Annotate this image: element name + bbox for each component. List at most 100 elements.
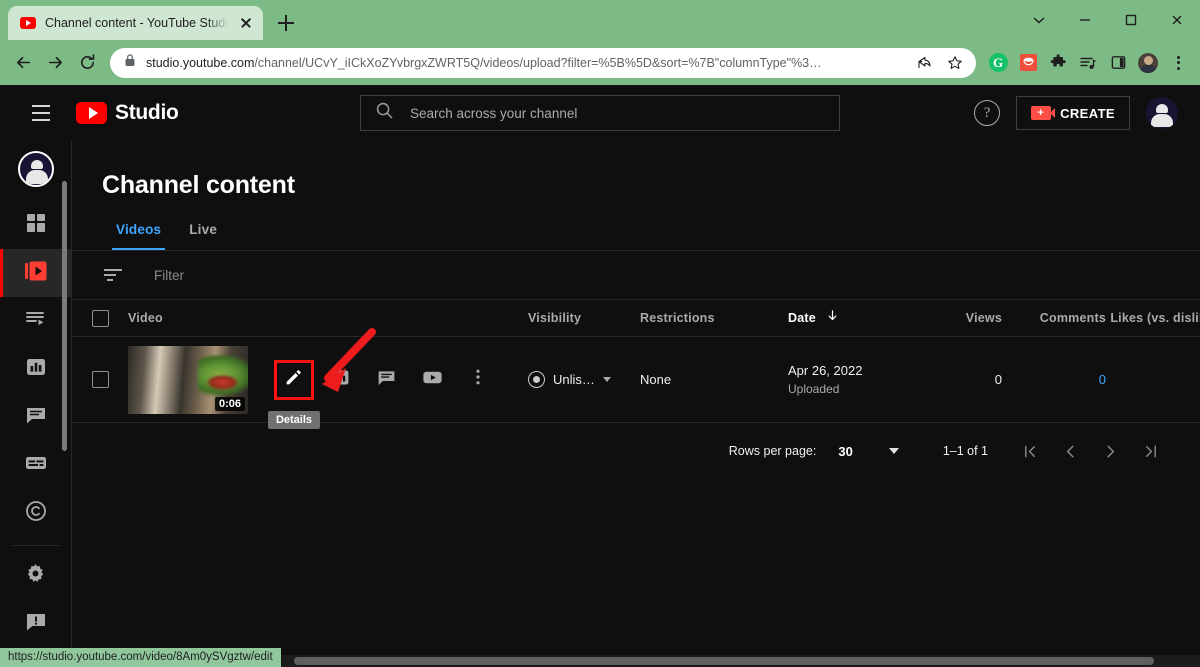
sidebar-item-copyright[interactable] bbox=[0, 489, 72, 537]
select-all-checkbox[interactable] bbox=[72, 310, 128, 327]
extension-icons: G bbox=[984, 49, 1192, 77]
youtube-icon bbox=[20, 17, 36, 29]
chrome-menu-icon[interactable] bbox=[1164, 49, 1192, 77]
video-cell: 0:06 Details bbox=[128, 346, 528, 414]
previous-page-button[interactable] bbox=[1050, 431, 1090, 471]
search-input[interactable]: Search across your channel bbox=[360, 95, 840, 131]
filter-icon[interactable] bbox=[104, 268, 124, 282]
create-label: CREATE bbox=[1060, 106, 1115, 121]
row-options-menu-button[interactable] bbox=[458, 360, 498, 400]
tab-videos[interactable]: Videos bbox=[102, 222, 175, 250]
pocket-extension-icon[interactable] bbox=[1014, 49, 1042, 77]
column-header-restrictions[interactable]: Restrictions bbox=[640, 311, 788, 325]
new-tab-button[interactable] bbox=[269, 6, 303, 40]
video-duration: 0:06 bbox=[215, 397, 245, 411]
url-host: studio.youtube.com bbox=[146, 56, 254, 70]
search-placeholder: Search across your channel bbox=[410, 106, 577, 121]
side-panel-icon[interactable] bbox=[1104, 49, 1132, 77]
tab-title: Channel content - YouTube Studio bbox=[45, 16, 228, 30]
chevron-down-icon[interactable] bbox=[603, 377, 611, 382]
window-controls bbox=[1016, 0, 1200, 40]
help-icon[interactable]: ? bbox=[974, 100, 1000, 126]
tab-strip: Channel content - YouTube Studio bbox=[0, 0, 1200, 40]
sidebar-item-settings[interactable] bbox=[0, 552, 72, 600]
pagination-bar: Rows per page: 30 1–1 of 1 bbox=[72, 423, 1200, 479]
details-tooltip: Details bbox=[268, 411, 320, 429]
sidebar-item-content[interactable] bbox=[0, 249, 72, 297]
column-header-video[interactable]: Video bbox=[128, 311, 528, 325]
youtube-play-icon bbox=[421, 366, 444, 394]
sidebar-item-analytics[interactable] bbox=[0, 345, 72, 393]
rows-per-page-value[interactable]: 30 bbox=[838, 444, 852, 459]
playlist-icon bbox=[24, 307, 48, 336]
back-arrow-icon[interactable] bbox=[8, 48, 38, 78]
comment-bubble-icon bbox=[24, 403, 48, 432]
puzzle-extensions-icon[interactable] bbox=[1044, 49, 1072, 77]
sidebar-divider bbox=[12, 545, 60, 546]
details-edit-button[interactable]: Details bbox=[274, 360, 314, 400]
sort-down-arrow-icon bbox=[826, 309, 839, 327]
browser-tab[interactable]: Channel content - YouTube Studio bbox=[8, 6, 263, 40]
next-page-button[interactable] bbox=[1090, 431, 1130, 471]
close-icon[interactable] bbox=[1154, 0, 1200, 40]
comments-cell[interactable]: 0 bbox=[1002, 371, 1106, 389]
comment-bubble-icon bbox=[376, 367, 397, 393]
column-header-date[interactable]: Date bbox=[788, 309, 936, 327]
last-page-button[interactable] bbox=[1130, 431, 1170, 471]
restrictions-cell: None bbox=[640, 371, 788, 389]
reload-icon[interactable] bbox=[72, 48, 102, 78]
video-thumbnail[interactable]: 0:06 bbox=[128, 346, 248, 414]
studio-logo[interactable]: Studio bbox=[76, 101, 179, 125]
column-header-visibility[interactable]: Visibility bbox=[528, 311, 640, 325]
sidebar-item-playlists[interactable] bbox=[0, 297, 72, 345]
address-bar[interactable]: studio.youtube.com/channel/UCvY_iICkXoZY… bbox=[110, 48, 976, 78]
chevron-down-icon[interactable] bbox=[889, 448, 899, 454]
sidebar-item-channel-avatar[interactable] bbox=[18, 151, 54, 187]
sidebar-scrollbar[interactable] bbox=[62, 181, 67, 451]
forward-arrow-icon[interactable] bbox=[40, 48, 70, 78]
column-header-views[interactable]: Views bbox=[936, 311, 1002, 325]
visibility-cell[interactable]: Unlis… bbox=[528, 371, 640, 388]
reading-list-icon[interactable] bbox=[1074, 49, 1102, 77]
filter-bar[interactable]: Filter bbox=[72, 251, 1200, 299]
table-row: 0:06 Details bbox=[72, 337, 1200, 423]
create-button[interactable]: + CREATE bbox=[1016, 96, 1130, 130]
sidebar-item-comments[interactable] bbox=[0, 393, 72, 441]
chevron-down-icon[interactable] bbox=[1016, 0, 1062, 40]
row-youtube-link-button[interactable] bbox=[412, 360, 452, 400]
share-icon[interactable] bbox=[912, 52, 934, 74]
grammarly-extension-icon[interactable]: G bbox=[984, 49, 1012, 77]
page-title: Channel content bbox=[72, 141, 1200, 200]
first-page-button[interactable] bbox=[1010, 431, 1050, 471]
account-avatar-icon[interactable] bbox=[1146, 97, 1178, 129]
row-actions: Details bbox=[274, 360, 498, 400]
views-cell: 0 bbox=[936, 371, 1002, 389]
url-path: /channel/UCvY_iICkXoZYvbrgxZWRT5Q/videos… bbox=[254, 56, 821, 70]
close-icon[interactable] bbox=[237, 14, 255, 32]
maximize-icon[interactable] bbox=[1108, 0, 1154, 40]
tab-live[interactable]: Live bbox=[175, 222, 231, 250]
table-header: Video Visibility Restrictions Date Views… bbox=[72, 299, 1200, 337]
row-analytics-button[interactable] bbox=[320, 360, 360, 400]
column-header-likes[interactable]: Likes (vs. dislike… bbox=[1106, 311, 1200, 325]
hamburger-menu-icon[interactable] bbox=[18, 90, 64, 136]
column-header-comments[interactable]: Comments bbox=[1002, 311, 1106, 325]
studio-sidebar bbox=[0, 141, 72, 660]
copyright-icon bbox=[24, 499, 48, 528]
sidebar-item-subtitles[interactable] bbox=[0, 441, 72, 489]
minimize-icon[interactable] bbox=[1062, 0, 1108, 40]
row-checkbox[interactable] bbox=[72, 371, 128, 388]
restrictions-value: None bbox=[640, 372, 671, 387]
row-comments-button[interactable] bbox=[366, 360, 406, 400]
youtube-icon bbox=[76, 102, 107, 124]
unlisted-eye-icon bbox=[528, 371, 545, 388]
sidebar-item-dashboard[interactable] bbox=[0, 201, 72, 249]
date-status: Uploaded bbox=[788, 382, 936, 396]
star-icon[interactable] bbox=[944, 52, 966, 74]
content-video-icon bbox=[23, 258, 49, 289]
sidebar-item-send-feedback[interactable] bbox=[0, 600, 72, 648]
date-value: Apr 26, 2022 bbox=[788, 363, 936, 378]
comments-value[interactable]: 0 bbox=[1099, 372, 1106, 387]
profile-avatar-icon[interactable] bbox=[1134, 49, 1162, 77]
analytics-bar-chart-icon bbox=[330, 367, 351, 393]
